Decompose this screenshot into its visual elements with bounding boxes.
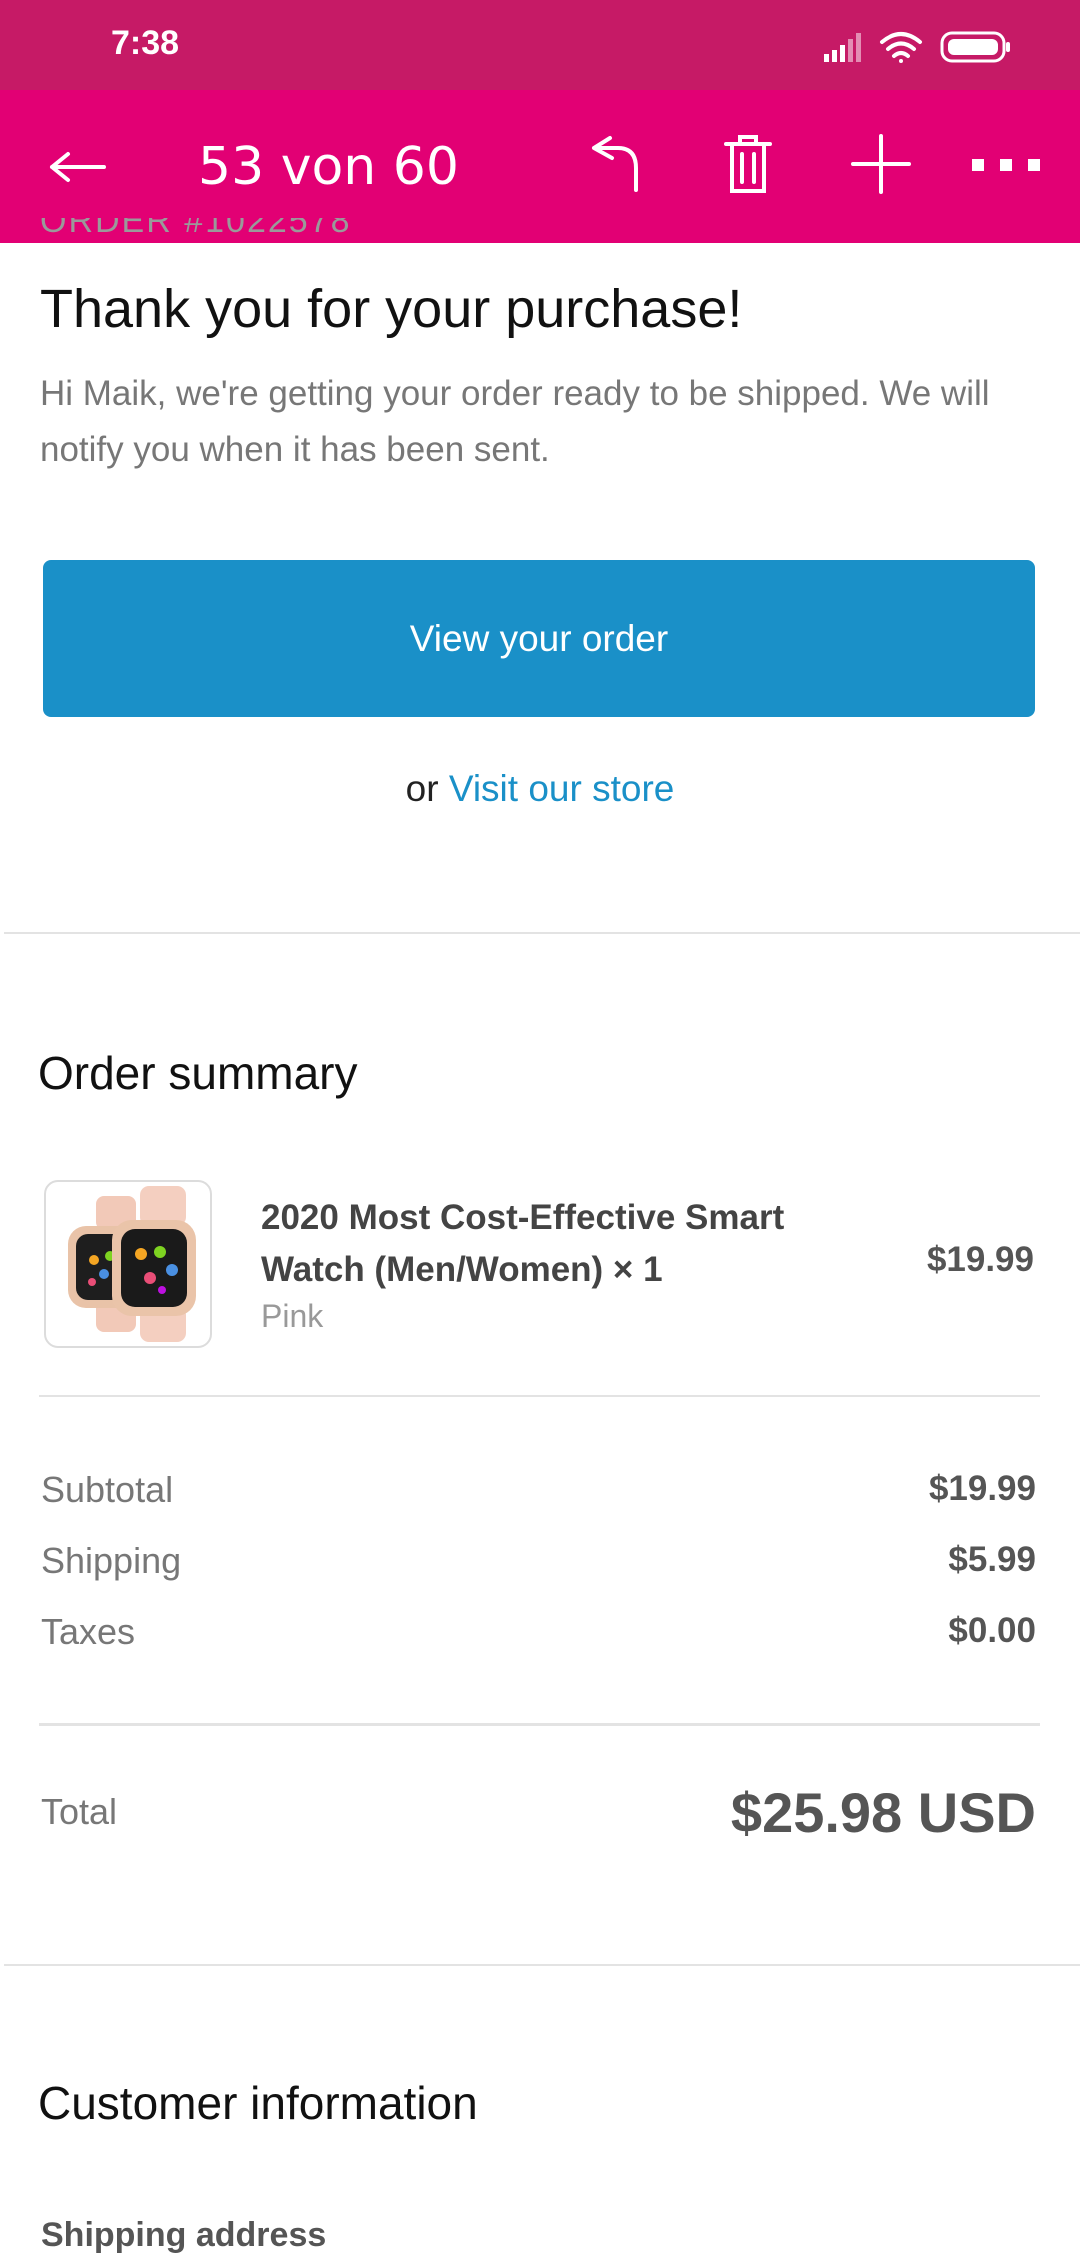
back-arrow-icon[interactable] [44, 134, 110, 200]
smart-watch-image [68, 1186, 196, 1342]
email-heading: Thank you for your purchase! [40, 279, 743, 339]
status-time: 7:38 [111, 24, 180, 62]
status-bar: 7:38 [0, 0, 1080, 90]
order-number-clipped: ORDER #1022578 [40, 218, 640, 243]
subtotal-value: $19.99 [928, 1469, 1036, 1508]
product-name: 2020 Most Cost-Effective Smart Watch (Me… [261, 1198, 785, 1289]
divider [39, 1723, 1040, 1726]
signal-icon [824, 33, 861, 62]
divider [39, 1395, 1040, 1397]
shipping-value: $5.99 [948, 1540, 1036, 1579]
total-label: Total [41, 1791, 118, 1832]
trash-icon[interactable] [712, 128, 784, 200]
store-line: or Visit our store [0, 768, 1080, 810]
view-order-button[interactable]: View your order [43, 560, 1035, 717]
subtotal-label: Subtotal [41, 1469, 174, 1510]
product-price: $19.99 [926, 1240, 1034, 1279]
shipping-label: Shipping [41, 1540, 182, 1581]
product-thumbnail[interactable] [44, 1180, 212, 1348]
store-prefix: or [405, 768, 439, 809]
email-intro: Hi Maik, we're getting your order ready … [40, 374, 990, 469]
message-counter: 53 von 60 [198, 137, 459, 197]
shipping-address-label: Shipping address [41, 2216, 327, 2254]
taxes-label: Taxes [41, 1611, 136, 1652]
taxes-value: $0.00 [948, 1611, 1036, 1650]
order-summary-title: Order summary [38, 1047, 358, 1099]
battery-icon [940, 31, 1010, 63]
divider [4, 1964, 1080, 1966]
order-number: ORDER #1022578 [40, 218, 352, 240]
wifi-icon [880, 32, 922, 63]
total-value: $25.98 USD [730, 1781, 1036, 1844]
more-icon[interactable] [970, 128, 1042, 200]
view-order-label: View your order [409, 617, 669, 659]
reply-icon[interactable] [580, 128, 652, 200]
divider [4, 932, 1080, 934]
status-icons [824, 31, 1010, 63]
customer-information-title: Customer information [38, 2077, 478, 2129]
product-variant: Pink [261, 1298, 324, 1334]
visit-store-link[interactable]: Visit our store [449, 768, 675, 809]
plus-icon[interactable] [845, 128, 917, 200]
